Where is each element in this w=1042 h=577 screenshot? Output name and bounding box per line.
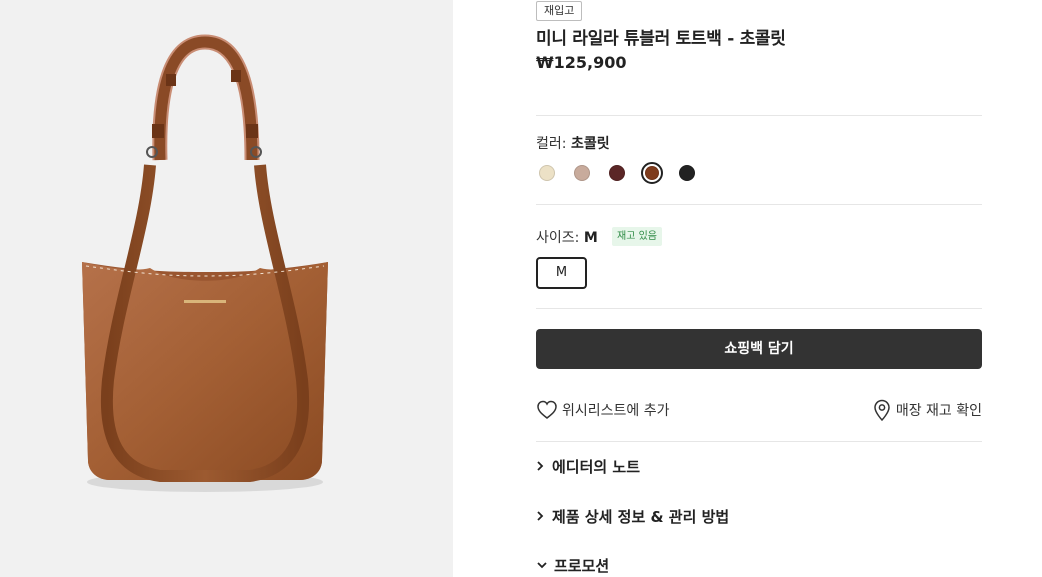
color-swatch-dot	[679, 165, 695, 181]
add-to-wishlist-link[interactable]: 위시리스트에 추가	[536, 398, 670, 422]
accordion-label: 제품 상세 정보 & 관리 방법	[552, 507, 730, 526]
accordion-label: 프로모션	[554, 556, 610, 575]
divider	[536, 441, 982, 442]
divider	[536, 308, 982, 309]
color-swatch-dot	[574, 165, 590, 181]
color-swatch-group	[536, 162, 736, 184]
divider	[536, 204, 982, 205]
product-title: 미니 라일라 튜블러 토트백 - 초콜릿	[536, 29, 786, 49]
chevron-right-icon	[537, 511, 544, 521]
accordion-editors-note[interactable]: 에디터의 노트	[536, 455, 640, 477]
color-swatch[interactable]	[536, 162, 558, 184]
accordion-promotion[interactable]: 프로모션	[536, 554, 609, 576]
product-detail-panel: 재입고 미니 라일라 튜블러 토트백 - 초콜릿 ₩125,900 컬러: 초콜…	[536, 0, 982, 577]
divider	[536, 115, 982, 116]
size-label: 사이즈:	[536, 230, 580, 246]
color-label: 컬러:	[536, 136, 567, 152]
product-image[interactable]	[0, 0, 453, 577]
color-swatch[interactable]	[676, 162, 698, 184]
selected-size: M	[583, 230, 598, 246]
color-swatch-dot	[609, 165, 625, 181]
store-stock-label: 매장 재고 확인	[895, 403, 982, 419]
restock-badge: 재입고	[536, 1, 583, 21]
color-swatch[interactable]	[641, 162, 663, 184]
color-swatch-dot	[645, 166, 659, 180]
product-price: ₩125,900	[536, 53, 627, 72]
accordion-label: 에디터의 노트	[552, 457, 641, 476]
color-swatch[interactable]	[606, 162, 628, 184]
color-swatch-dot	[539, 165, 555, 181]
in-stock-badge: 재고 있음	[612, 227, 662, 246]
product-image-panel	[0, 0, 453, 577]
add-to-bag-button[interactable]: 쇼핑백 담기	[536, 329, 982, 369]
accordion-product-details[interactable]: 제품 상세 정보 & 관리 방법	[536, 505, 729, 527]
location-pin-icon	[874, 399, 890, 421]
color-option-label: 컬러: 초콜릿	[536, 133, 610, 153]
wishlist-label: 위시리스트에 추가	[562, 403, 670, 419]
color-swatch[interactable]	[571, 162, 593, 184]
chevron-down-icon	[537, 562, 547, 569]
store-stock-check-link[interactable]: 매장 재고 확인	[872, 398, 982, 422]
selected-color: 초콜릿	[570, 136, 610, 152]
size-option-m[interactable]: M	[536, 257, 587, 289]
chevron-right-icon	[537, 461, 544, 471]
size-option-label: 사이즈: M	[536, 227, 598, 247]
heart-icon	[537, 400, 557, 419]
